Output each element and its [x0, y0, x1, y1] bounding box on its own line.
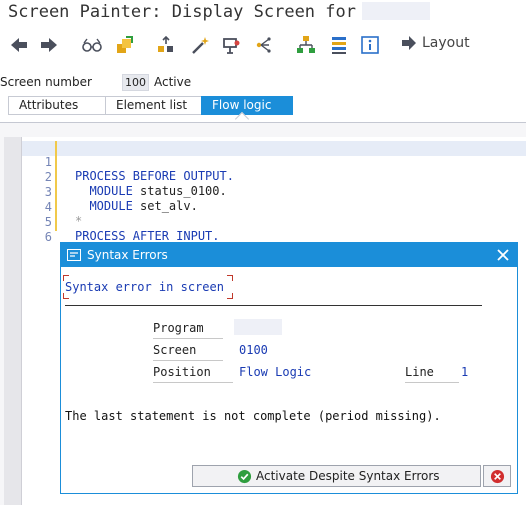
line-value: 1 [461, 365, 469, 379]
magic-wand-icon[interactable] [187, 32, 213, 58]
window-icon [67, 249, 81, 261]
line-label: Line [405, 363, 459, 383]
toolbar: Layout [0, 32, 526, 60]
code-line[interactable]: 6 MODULE user_command_0100 [22, 216, 526, 258]
tab-strip: Attributes Element list Flow logic [8, 96, 293, 115]
error-message-text: Syntax error in screen [65, 280, 224, 294]
code-line[interactable]: 4 * [22, 186, 526, 228]
info-icon[interactable] [357, 32, 383, 58]
back-arrow-icon[interactable] [6, 32, 32, 58]
screen-info: Screen number 100 Active [0, 72, 191, 92]
error-message: Syntax error in screen [63, 275, 233, 299]
screen-status: Active [154, 75, 192, 89]
glasses-icon[interactable] [79, 32, 105, 58]
error-detail: The last statement is not complete (peri… [65, 409, 441, 423]
program-label: Program [153, 319, 223, 339]
change-marker [55, 186, 57, 201]
tab-flow-logic[interactable]: Flow logic [201, 96, 293, 115]
line-number: 6 [44, 230, 52, 244]
change-marker [55, 171, 57, 186]
divider [65, 305, 482, 306]
redacted-name [362, 2, 430, 20]
activate-anyway-button[interactable]: Activate Despite Syntax Errors [192, 465, 481, 487]
change-marker [55, 216, 57, 231]
where-used-icon[interactable] [250, 32, 276, 58]
layout-label: Layout [422, 35, 470, 51]
focus-corner [227, 293, 233, 299]
code-line[interactable]: 3 MODULE set_alv. [22, 171, 526, 213]
position-label: Position [153, 363, 233, 383]
close-icon[interactable] [495, 247, 511, 263]
position-value: Flow Logic [239, 365, 312, 379]
syntax-errors-dialog: Syntax Errors Syntax error in screen Pro… [60, 242, 518, 494]
focus-corner [227, 275, 233, 281]
screen-number-field[interactable]: 100 [122, 73, 149, 91]
code-line[interactable]: 1 PROCESS BEFORE OUTPUT. [22, 141, 526, 183]
forward-arrow-icon[interactable] [36, 32, 62, 58]
dialog-header: Syntax Errors [61, 243, 517, 267]
window-title: Screen Painter: Display Screen for [8, 2, 430, 22]
layout-button[interactable]: Layout [400, 35, 470, 51]
check-circle-icon [237, 469, 252, 483]
stack-icon[interactable] [326, 32, 352, 58]
program-value-redacted [234, 319, 282, 335]
code-line[interactable]: 5 PROCESS AFTER INPUT. [22, 201, 526, 243]
cancel-icon [490, 469, 504, 483]
layout-arrow-icon [402, 36, 416, 50]
cancel-button[interactable] [483, 465, 511, 487]
hierarchy-icon[interactable] [293, 32, 319, 58]
screen-label: Screen [153, 341, 223, 361]
activate-anyway-label: Activate Despite Syntax Errors [256, 469, 440, 483]
other-object-icon[interactable] [153, 32, 179, 58]
focus-corner [63, 275, 69, 281]
activate-icon[interactable] [111, 32, 137, 58]
code-line[interactable]: 2 MODULE status_0100. [22, 156, 526, 198]
screen-number-label: Screen number [0, 75, 92, 89]
window-title-text: Screen Painter: Display Screen for [8, 2, 356, 22]
focus-corner [63, 293, 69, 299]
change-marker [55, 201, 57, 216]
tab-element-list[interactable]: Element list [105, 96, 201, 115]
check-icon[interactable] [218, 32, 244, 58]
screen-value: 0100 [239, 343, 268, 357]
editor-margin [4, 137, 22, 505]
change-marker [55, 156, 57, 171]
dialog-title: Syntax Errors [87, 248, 168, 262]
tab-attributes[interactable]: Attributes [8, 96, 105, 115]
change-marker [55, 141, 57, 156]
code-text: PROCESS AFTER INPUT. [75, 229, 220, 243]
